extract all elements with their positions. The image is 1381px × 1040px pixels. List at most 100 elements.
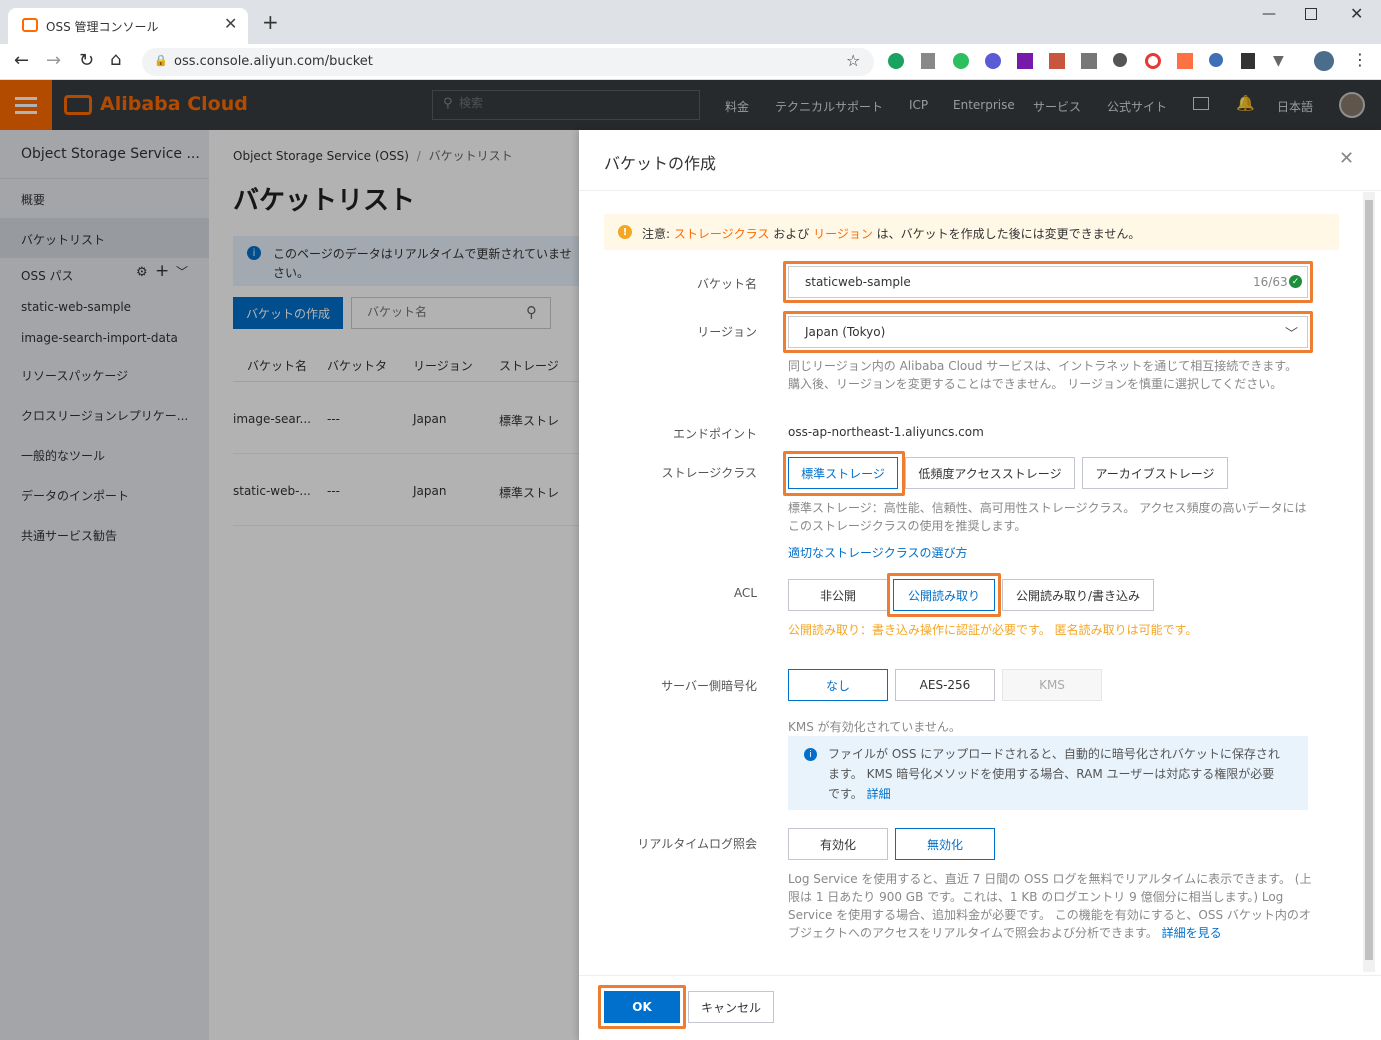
encryption-none-option[interactable]: なし: [788, 669, 888, 701]
back-icon[interactable]: ←: [14, 50, 29, 71]
window-close-icon[interactable]: ✕: [1350, 4, 1363, 23]
reload-icon[interactable]: ↻: [79, 50, 94, 71]
log-help: ブジェクトへのアクセスをリアルタイムで照会および分析できます。 詳細を見る: [788, 924, 1222, 942]
extensions-bar: ▼: [888, 51, 1334, 71]
log-help: 限は 1 日あたり 900 GB です。これは、1 KB のログエントリ 9 億…: [788, 890, 1284, 904]
minimize-icon[interactable]: —: [1262, 6, 1276, 22]
omnibox[interactable]: 🔒 oss.console.aliyun.com/bucket ☆: [142, 48, 874, 76]
close-icon[interactable]: ✕: [1339, 148, 1354, 169]
region-select[interactable]: Japan (Tokyo) ﹀: [788, 316, 1308, 348]
storage-archive-option[interactable]: アーカイブストレージ: [1082, 457, 1228, 489]
extension-icon[interactable]: [921, 53, 935, 69]
warning-text: 注意: ストレージクラス および リージョン は、バケットを作成した後には変更で…: [642, 225, 1140, 242]
option-label: 標準ストレージ: [801, 466, 885, 481]
log-help: Service を使用する場合、追加料金が必要です。 この機能を有効にすると、O…: [788, 908, 1311, 922]
storage-guide-link[interactable]: 適切なストレージクラスの選び方: [788, 544, 968, 562]
alibaba-favicon-icon: [22, 18, 38, 32]
realtime-log-label: リアルタイムログ照会: [637, 837, 757, 851]
log-disable-option[interactable]: 無効化: [895, 828, 995, 860]
region-label: リージョン: [697, 325, 757, 339]
scrollbar-thumb[interactable]: [1365, 200, 1373, 960]
warning-suffix: は、バケットを作成した後には変更できません。: [876, 227, 1141, 241]
region-help: 同じリージョン内の Alibaba Cloud サービスは、イントラネットを通じ…: [788, 359, 1298, 373]
region-value: Japan (Tokyo): [805, 325, 886, 339]
log-help: Log Service を使用すると、直近 7 日間の OSS ログを無料でリア…: [788, 872, 1312, 886]
scrollbar[interactable]: [1363, 192, 1375, 972]
extension-icon[interactable]: [1177, 53, 1193, 69]
extension-icon[interactable]: [1049, 53, 1065, 69]
acl-label: ACL: [733, 586, 757, 600]
button-label: OK: [632, 1000, 652, 1014]
extension-icon[interactable]: [1113, 53, 1127, 67]
acl-public-read-option[interactable]: 公開読み取り: [893, 579, 995, 611]
extension-icon[interactable]: [888, 53, 904, 69]
kms-detail-link[interactable]: 詳細: [867, 787, 891, 801]
warning-icon: !: [618, 225, 632, 239]
browser-menu-icon[interactable]: ⋮: [1352, 50, 1368, 69]
option-label: アーカイブストレージ: [1095, 466, 1215, 481]
bucket-name-label: バケット名: [696, 277, 757, 291]
warning-storage-class: ストレージクラス: [673, 227, 770, 241]
cancel-button[interactable]: キャンセル: [688, 991, 774, 1023]
encryption-kms-option[interactable]: KMS: [1002, 669, 1102, 701]
acl-warning: 公開読み取り：書き込み操作に認証が必要です。 匿名読み取りは可能です。: [788, 623, 1198, 637]
kms-info-last: です。: [828, 787, 863, 801]
kms-info-text: ファイルが OSS にアップロードされると、自動的に暗号化されバケットに保存され: [828, 747, 1280, 761]
warning-region: リージョン: [813, 227, 873, 241]
lock-icon: 🔒: [154, 54, 168, 67]
warning-and: および: [773, 227, 810, 241]
extension-icon[interactable]: [1145, 53, 1161, 69]
endpoint-label: エンドポイント: [672, 427, 757, 441]
extension-icon[interactable]: ▼: [1273, 53, 1284, 69]
option-label: KMS: [1039, 678, 1065, 692]
extension-icon[interactable]: [1209, 53, 1223, 67]
kms-info-text: です。 詳細: [828, 785, 891, 802]
encryption-aes-option[interactable]: AES-256: [895, 669, 995, 701]
button-label: キャンセル: [700, 1000, 761, 1015]
url-text: oss.console.aliyun.com/bucket: [174, 54, 373, 69]
bookmark-star-icon[interactable]: ☆: [846, 51, 860, 70]
option-label: AES-256: [919, 678, 971, 692]
option-label: 非公開: [819, 588, 856, 603]
maximize-icon[interactable]: [1305, 8, 1317, 20]
option-label: 無効化: [926, 837, 963, 852]
log-enable-option[interactable]: 有効化: [788, 828, 888, 860]
extension-icon[interactable]: [985, 53, 1001, 69]
bucket-name-field[interactable]: staticweb-sample 16/63 ✓: [788, 266, 1308, 298]
storage-ia-option[interactable]: 低頻度アクセスストレージ: [905, 457, 1075, 489]
warning-prefix: 注意:: [642, 227, 671, 241]
bucket-name-value[interactable]: staticweb-sample: [805, 275, 911, 289]
kms-info-text: ます。 KMS 暗号化メソッドを使用する場合、RAM ユーザーは対応する権限が必…: [828, 767, 1275, 781]
tab-title: OSS 管理コンソール: [46, 20, 159, 34]
info-icon: i: [804, 748, 817, 761]
option-label: なし: [825, 678, 850, 693]
extension-icon[interactable]: [953, 53, 969, 69]
acl-private-option[interactable]: 非公開: [788, 579, 888, 611]
log-help-last: ブジェクトへのアクセスをリアルタイムで照会および分析できます。: [788, 926, 1158, 940]
acl-public-read-write-option[interactable]: 公開読み取り/書き込み: [1002, 579, 1154, 611]
ok-button[interactable]: OK: [604, 991, 680, 1023]
storage-standard-option[interactable]: 標準ストレージ: [788, 457, 898, 489]
option-label: 低頻度アクセスストレージ: [918, 466, 1062, 481]
new-tab-icon[interactable]: +: [262, 10, 279, 34]
tab-close-icon[interactable]: ✕: [224, 14, 237, 33]
panel-footer-divider: [579, 975, 1381, 976]
endpoint-value: oss-ap-northeast-1.aliyuncs.com: [788, 425, 984, 439]
profile-avatar-icon[interactable]: [1314, 51, 1334, 71]
home-icon[interactable]: ⌂: [110, 49, 121, 70]
extension-icon[interactable]: [1017, 53, 1033, 69]
extension-icon[interactable]: [1241, 53, 1255, 69]
extension-icon[interactable]: [1081, 53, 1097, 69]
create-bucket-panel: バケットの作成 ✕ ! 注意: ストレージクラス および リージョン は、バケッ…: [579, 130, 1381, 1040]
warning-banner: ! 注意: ストレージクラス および リージョン は、バケットを作成した後には変…: [604, 214, 1339, 250]
char-count: 16/63: [1253, 275, 1288, 289]
panel-title: バケットの作成: [604, 154, 717, 173]
storage-help: このストレージクラスの使用を推奨します。: [788, 519, 1027, 533]
storage-class-label: ストレージクラス: [661, 466, 757, 480]
log-detail-link[interactable]: 詳細を見る: [1162, 926, 1222, 940]
forward-icon[interactable]: →: [46, 50, 61, 71]
browser-tab[interactable]: OSS 管理コンソール ✕: [8, 8, 248, 44]
option-label: 公開読み取り/書き込み: [1015, 588, 1141, 603]
storage-help: 標準ストレージ：高性能、信頼性、高可用性ストレージクラス。 アクセス頻度の高いデ…: [788, 501, 1307, 515]
browser-tab-bar: OSS 管理コンソール ✕ + — ✕: [0, 0, 1381, 44]
